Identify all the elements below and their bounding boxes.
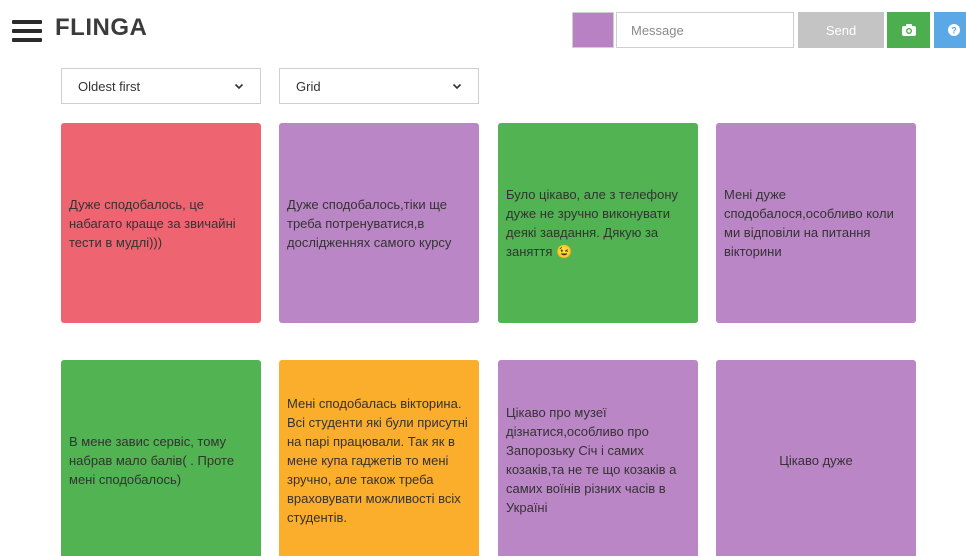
hamburger-menu-icon[interactable] — [12, 20, 42, 42]
post-card[interactable]: Цікаво дуже — [716, 360, 916, 556]
post-card[interactable]: Мені дуже сподобалося,особливо коли ми в… — [716, 123, 916, 323]
send-button[interactable]: Send — [798, 12, 884, 48]
svg-text:?: ? — [951, 26, 957, 36]
view-mode-select[interactable]: Grid — [279, 68, 479, 104]
help-button[interactable]: ? — [934, 12, 966, 48]
view-mode-value: Grid — [296, 78, 321, 94]
post-card-text: Мені сподобалась вікторина. Всі студенти… — [287, 395, 468, 525]
post-card-text: Цікаво про музеї дізнатися,особливо про … — [506, 405, 677, 515]
chevron-down-icon — [234, 83, 244, 90]
post-card-text: Дуже сподобалось,тіки ще треба потренува… — [287, 196, 452, 250]
app-logo[interactable]: FLINGA — [55, 14, 147, 42]
post-card[interactable]: Дуже сподобалось, це набагато краще за з… — [61, 123, 261, 323]
post-card[interactable]: Цікаво про музеї дізнатися,особливо про … — [498, 360, 698, 556]
sort-order-value: Oldest first — [78, 78, 141, 94]
chevron-down-icon — [452, 83, 462, 90]
post-card[interactable]: Мені сподобалась вікторина. Всі студенти… — [279, 360, 479, 556]
camera-button[interactable] — [887, 12, 930, 48]
message-input[interactable] — [616, 12, 794, 48]
post-card[interactable]: Було цікаво, але з телефону дуже не зруч… — [498, 123, 698, 323]
post-card-text: Було цікаво, але з телефону дуже не зруч… — [506, 187, 679, 259]
post-card-text: В мене завис сервіс, тому набрав мало ба… — [69, 433, 235, 487]
post-card[interactable]: В мене завис сервіс, тому набрав мало ба… — [61, 360, 261, 556]
post-card-text: Дуже сподобалось, це набагато краще за з… — [69, 196, 236, 250]
flinga-wall: FLINGA Send ? Oldest first Grid Дуже спо… — [0, 0, 966, 556]
question-mark-icon: ? — [948, 24, 960, 36]
color-picker-swatch[interactable] — [572, 12, 614, 48]
post-card-text: Цікаво дуже — [779, 452, 853, 468]
post-card[interactable]: Дуже сподобалось,тіки ще треба потренува… — [279, 123, 479, 323]
post-card-text: Мені дуже сподобалося,особливо коли ми в… — [724, 187, 894, 259]
sort-order-select[interactable]: Oldest first — [61, 68, 261, 104]
camera-icon — [901, 24, 916, 36]
